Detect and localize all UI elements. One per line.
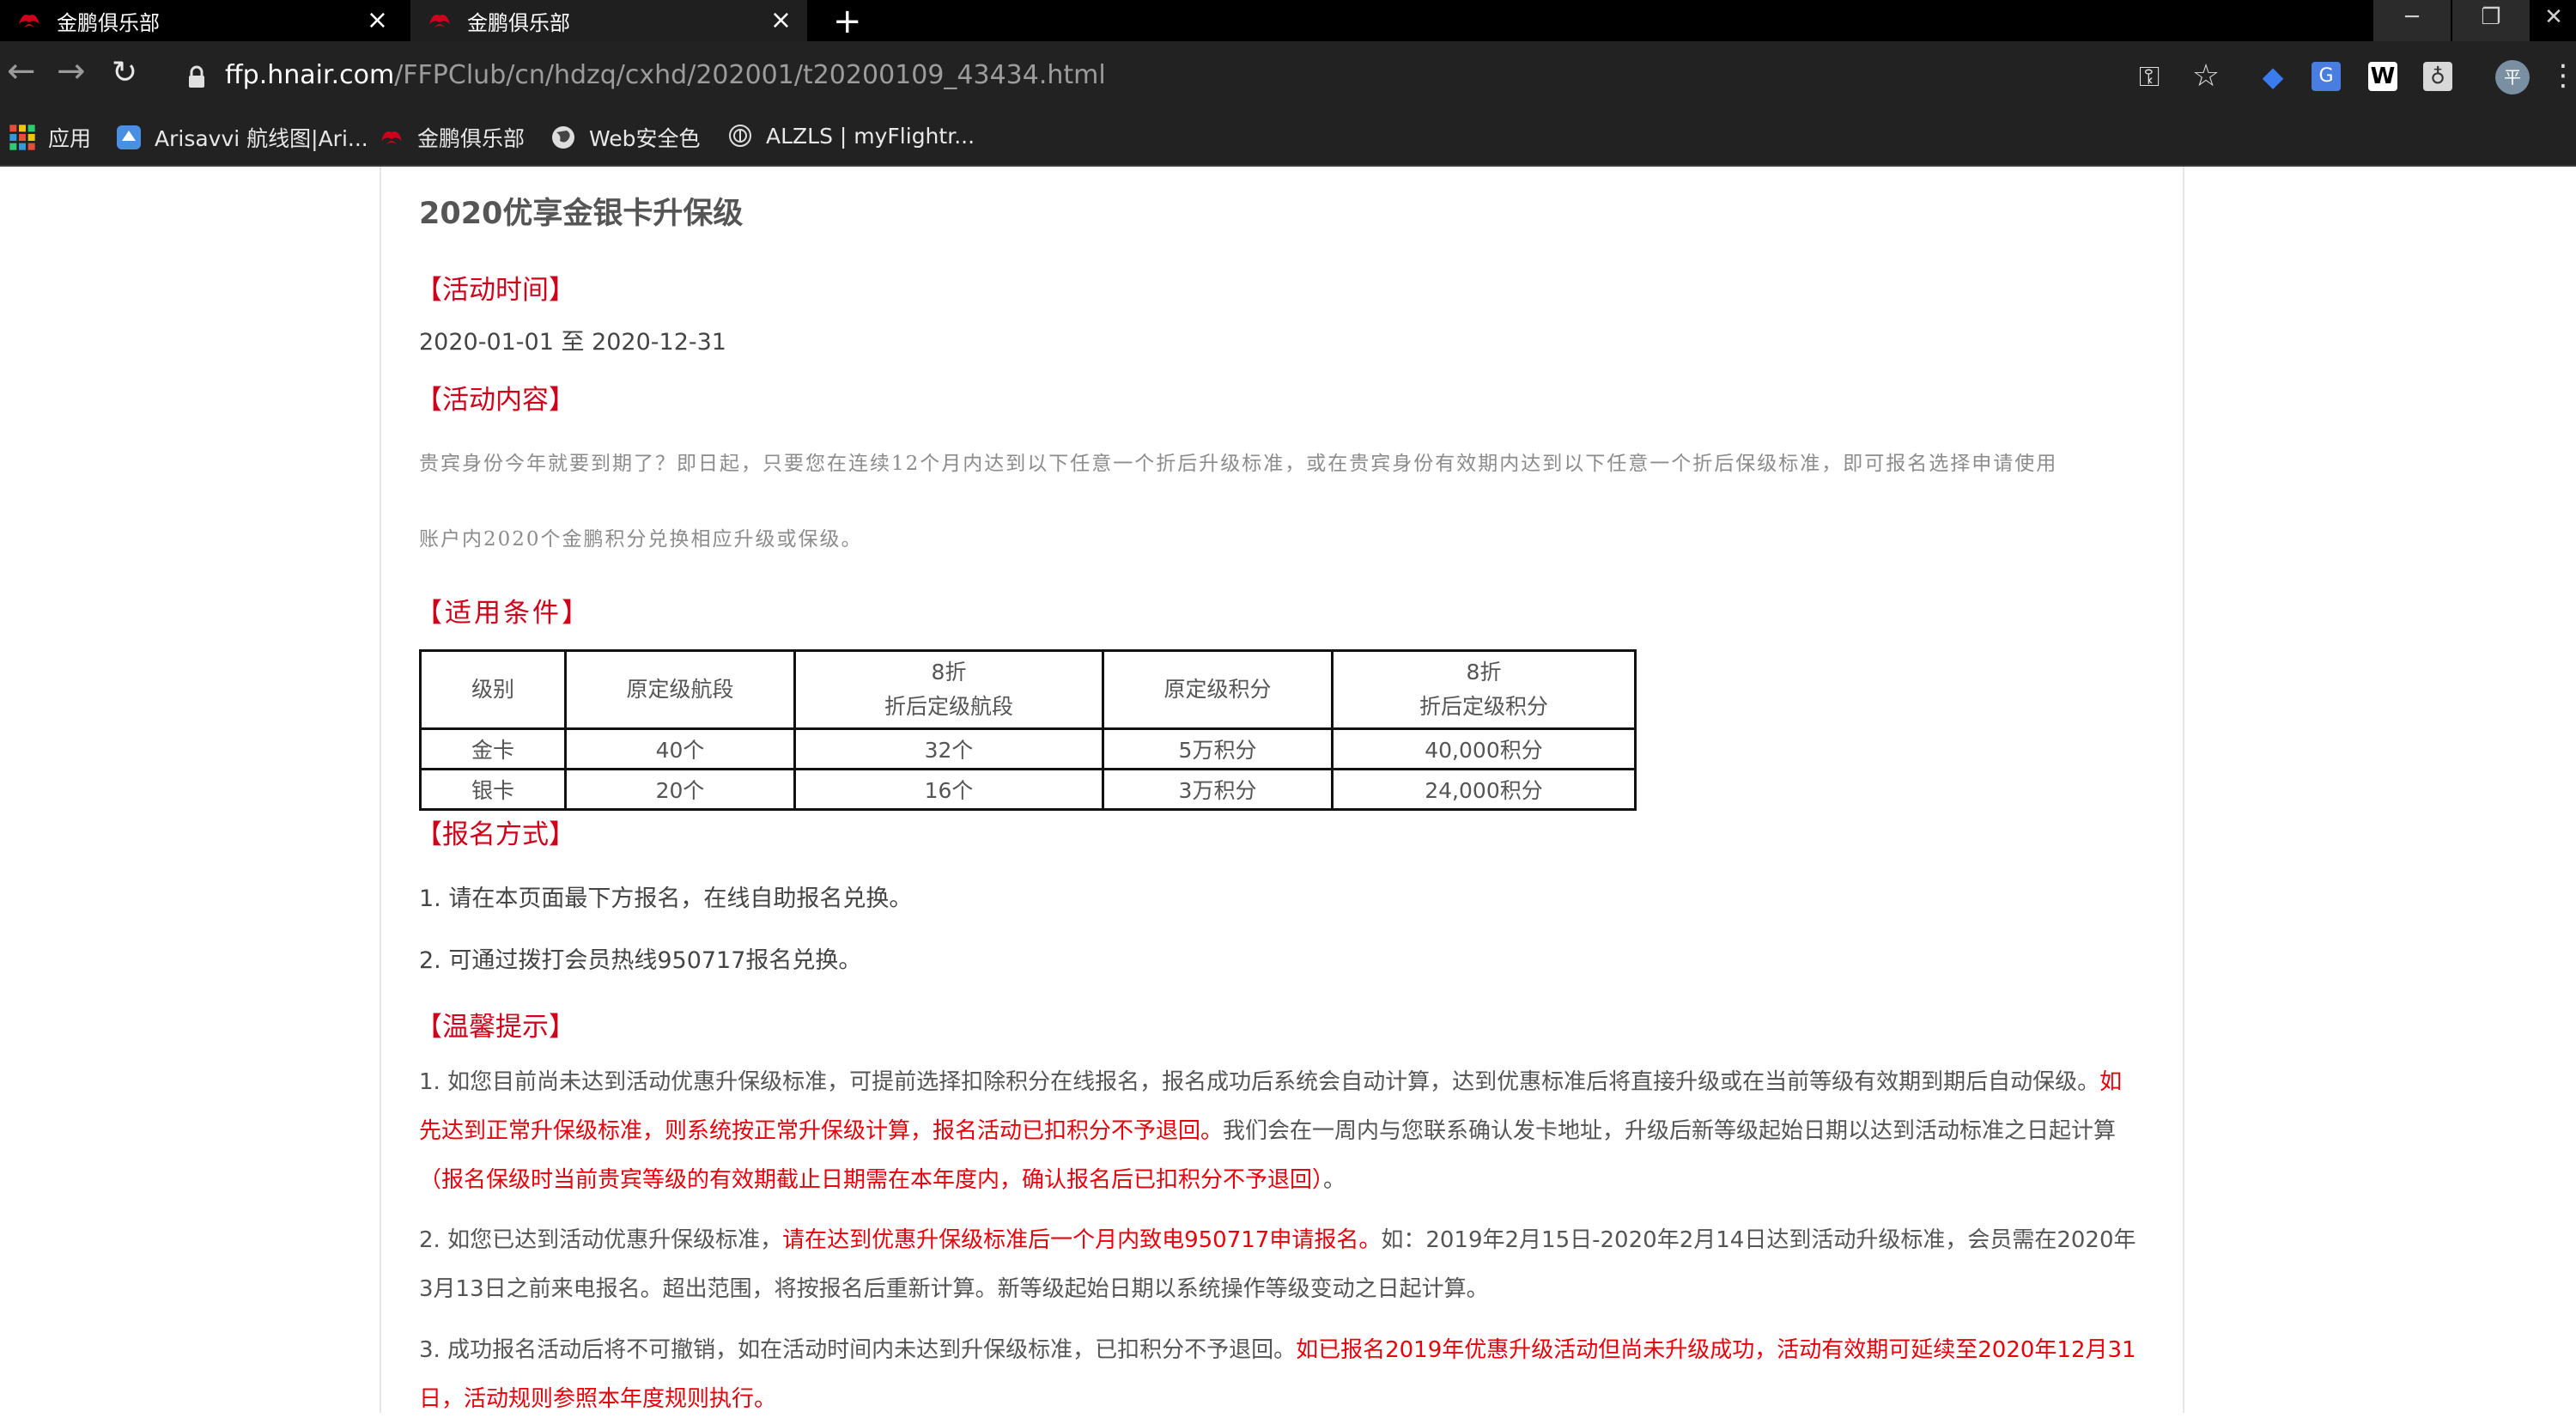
tip-item: 3. 成功报名活动后将不可撤销，如在活动时间内未达到升保级标准，已扣积分不予退回… [419,1326,2136,1424]
header-cell: 原定级航段 [564,649,796,730]
table-cell: 3万积分 [1102,768,1334,811]
tab-strip: 金鹏俱乐部 × 金鹏俱乐部 × + ─ ❐ ✕ [0,0,2576,41]
graduation-cap-icon[interactable]: ◆ [2258,62,2287,91]
browser-tab[interactable]: 金鹏俱乐部 × [0,0,404,41]
url-path: /FFPClub/cn/hdzq/cxhd/202001/t20200109_4… [394,60,1106,90]
bookmark-label: 金鹏俱乐部 [417,126,526,151]
bookmark-jinpeng[interactable]: 金鹏俱乐部 [378,122,525,153]
minimize-icon[interactable]: ─ [2373,0,2451,41]
section-heading-content: 【活动内容】 [416,385,575,416]
browser-tab-active[interactable]: 金鹏俱乐部 × [410,0,807,41]
header-cell: 8折折后定级航段 [793,649,1104,730]
section-heading-signup: 【报名方式】 [416,819,575,850]
globe-icon [552,126,574,149]
fingerprint-icon [729,125,751,147]
table-cell: 40个 [564,727,796,770]
tip-item: 1. 如您目前尚未达到活动优惠升保级标准，可提前选择扣除积分在线报名，报名成功后… [419,1058,2136,1205]
avatar[interactable]: 平 [2495,60,2530,94]
header-label: 折后定级航段 [884,694,1013,719]
tip-text: 2. 如您已达到活动优惠升保级标准， [419,1227,783,1253]
table-row: 银卡 20个 16个 3万积分 24,000积分 [419,768,1637,811]
forward-arrow-icon[interactable]: → [57,52,86,91]
translate-icon[interactable]: G [2312,62,2341,91]
table-cell: 24,000积分 [1331,768,1637,811]
table-cell: 40,000积分 [1331,727,1637,770]
menu-dots-icon[interactable]: ⋮ [2549,58,2576,93]
tip-highlight: 请在达到优惠升保级标准后一个月内致电950717申请报名。 [782,1227,1382,1253]
reload-icon[interactable]: ↻ [112,55,137,90]
table-cell: 金卡 [419,727,567,770]
arisavvi-icon [117,125,141,149]
restore-icon[interactable]: ❐ [2452,0,2530,41]
header-cell: 8折折后定级积分 [1331,649,1637,730]
table-cell: 5万积分 [1102,727,1334,770]
tip-text: 3. 成功报名活动后将不可撤销，如在活动时间内未达到升保级标准，已扣积分不予退回… [419,1337,1297,1363]
section-heading-time: 【活动时间】 [416,275,575,306]
table-header-row: 级别 原定级航段 8折折后定级航段 原定级积分 8折折后定级积分 [419,649,1637,730]
tip-text: 我们会在一周内与您联系确认发卡地址，升级后新等级起始日期以达到活动标准之日起计算 [1223,1118,2117,1144]
table-row: 金卡 40个 32个 5万积分 40,000积分 [419,727,1637,770]
content-paragraph-line: 账户内2020个金鹏积分兑换相应升级或保级。 [419,528,863,551]
table-cell: 32个 [793,727,1104,770]
jinpeng-logo-icon [19,15,39,27]
tier-requirements-table: 级别 原定级航段 8折折后定级航段 原定级积分 8折折后定级积分 金卡 40个 … [419,649,1637,811]
header-label: 折后定级积分 [1419,694,1548,719]
bookmark-label: Web安全色 [589,126,701,151]
page-title: 2020优享金银卡升保级 [419,197,744,231]
bookmark-web-safe-colors[interactable]: Web安全色 [550,122,701,153]
page-viewport: 2020优享金银卡升保级 【活动时间】 2020-01-01 至 2020-12… [0,167,2576,1413]
signup-method-item: 1. 请在本页面最下方报名，在线自助报名兑换。 [419,885,913,912]
bookmark-label: Arisavvi 航线图|Ari... [155,126,368,151]
back-arrow-icon[interactable]: ← [7,52,36,91]
header-cell: 原定级积分 [1102,649,1334,730]
header-cell: 级别 [419,649,567,730]
activity-date-range: 2020-01-01 至 2020-12-31 [419,329,726,356]
table-cell: 银卡 [419,768,567,811]
apps-grid-icon [9,125,35,150]
key-icon[interactable]: ⚿ [2135,62,2164,91]
bookmark-star-icon[interactable]: ☆ [2191,61,2221,92]
tip-text: 。 [1323,1167,1346,1193]
jinpeng-logo-icon [381,131,402,144]
header-discount: 8折 [931,660,967,685]
new-tab-button[interactable]: + [833,2,862,41]
tab-title: 金鹏俱乐部 [57,10,160,35]
signup-method-item: 2. 可通过拨打会员热线950717报名兑换。 [419,947,862,974]
w-extension-icon[interactable]: W [2368,62,2397,91]
tab-close-icon[interactable]: × [770,5,792,35]
bookmark-alzls[interactable]: ALZLS | myFlightr... [726,122,975,149]
section-heading-tips: 【温馨提示】 [416,1012,575,1043]
tab-title: 金鹏俱乐部 [467,10,570,35]
tip-text: 1. 如您目前尚未达到活动优惠升保级标准，可提前选择扣除积分在线报名，报名成功后… [419,1069,2100,1095]
content-paragraph-line: 贵宾身份今年就要到期了？即日起，只要您在连续12个月内达到以下任意一个折后升级标… [419,453,2058,475]
bulb-extension-icon[interactable]: ♁ [2423,62,2452,91]
url-host: ffp.hnair.com [225,60,395,90]
lock-icon[interactable] [187,65,206,89]
bookmarks-bar: 应用 Arisavvi 航线图|Ari... 金鹏俱乐部 Web安全色 ALZL… [0,112,2576,167]
bookmark-label: ALZLS | myFlightr... [766,123,975,149]
bookmark-apps[interactable]: 应用 [9,122,91,153]
tip-highlight: （报名保级时当前贵宾等级的有效期截止日期需在本年度内，确认报名后已扣积分不予退回… [419,1167,1324,1193]
table-cell: 16个 [793,768,1104,811]
browser-toolbar: ← → ↻ ffp.hnair.com/FFPClub/cn/hdzq/cxhd… [0,41,2576,112]
table-cell: 20个 [564,768,796,811]
bookmark-label: 应用 [48,126,92,151]
section-heading-conditions: 【适用条件】 [416,598,591,629]
close-window-icon[interactable]: ✕ [2531,0,2576,41]
bookmark-arisavvi[interactable]: Arisavvi 航线图|Ari... [115,122,368,153]
address-bar[interactable]: ffp.hnair.com/FFPClub/cn/hdzq/cxhd/20200… [225,60,1106,90]
jinpeng-logo-icon [429,15,450,27]
header-discount: 8折 [1466,660,1502,685]
tab-close-icon[interactable]: × [367,5,388,35]
tip-item: 2. 如您已达到活动优惠升保级标准，请在达到优惠升保级标准后一个月内致电9507… [419,1216,2136,1314]
